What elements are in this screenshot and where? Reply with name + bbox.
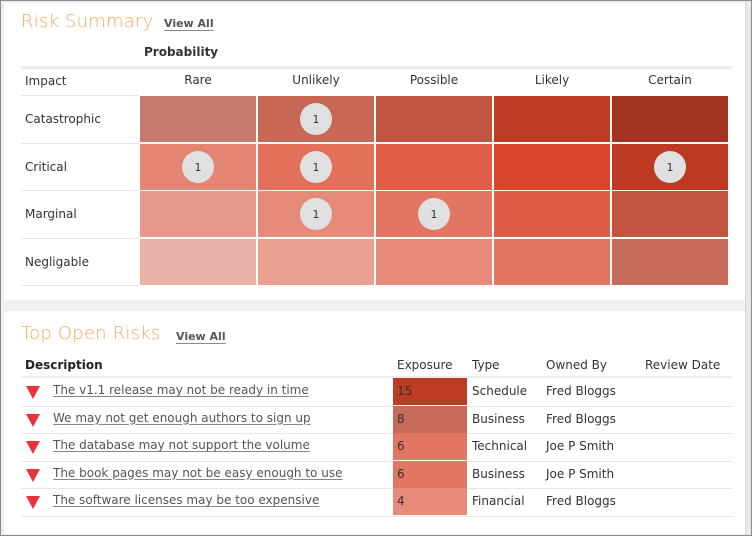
exposure-value: 8 xyxy=(393,405,467,433)
risk-count-badge[interactable]: 1 xyxy=(300,151,332,183)
row-divider xyxy=(21,143,139,144)
row-label-critical: Critical xyxy=(25,160,67,174)
row-divider xyxy=(21,238,139,239)
column-header-type: Type xyxy=(472,358,500,372)
matrix-cell-catastrophic-certain[interactable] xyxy=(612,96,728,142)
risk-row: We may not get enough authors to sign up… xyxy=(21,405,732,433)
risk-owner: Fred Bloggs xyxy=(546,494,616,508)
column-header-unlikely: Unlikely xyxy=(292,73,340,87)
risk-count-badge[interactable]: 1 xyxy=(418,198,450,230)
matrix-cell-catastrophic-rare[interactable] xyxy=(140,96,256,142)
column-header-certain: Certain xyxy=(648,73,692,87)
risk-type: Schedule xyxy=(472,384,528,398)
matrix-cell-catastrophic-possible[interactable] xyxy=(376,96,492,142)
risk-row: The book pages may not be easy enough to… xyxy=(21,460,732,488)
trend-down-icon xyxy=(26,413,40,427)
risk-type: Technical xyxy=(472,439,528,453)
top-open-risks-panel: Top Open Risks View All Description Expo… xyxy=(4,311,745,534)
matrix-cell-critical-possible[interactable] xyxy=(376,144,492,190)
matrix-cell-negligable-possible[interactable] xyxy=(376,239,492,285)
column-header-review-date: Review Date xyxy=(645,358,721,372)
risk-row: The software licenses may be too expensi… xyxy=(21,488,732,515)
matrix-cell-negligable-unlikely[interactable] xyxy=(258,239,374,285)
risk-count-badge[interactable]: 1 xyxy=(300,103,332,135)
column-header-description: Description xyxy=(25,358,103,372)
risk-count-badge[interactable]: 1 xyxy=(654,151,686,183)
risk-count-badge[interactable]: 1 xyxy=(182,151,214,183)
probability-axis-label: Probability xyxy=(144,45,219,59)
risk-description-link[interactable]: The software licenses may be too expensi… xyxy=(53,493,319,507)
matrix-cell-marginal-likely[interactable] xyxy=(494,191,610,237)
matrix-cell-marginal-rare[interactable] xyxy=(140,191,256,237)
risk-summary-view-all-link[interactable]: View All xyxy=(164,17,214,30)
row-label-marginal: Marginal xyxy=(25,207,77,221)
trend-down-icon xyxy=(26,386,40,399)
exposure-value: 6 xyxy=(393,460,467,488)
column-header-possible: Possible xyxy=(409,73,459,87)
row-divider xyxy=(21,190,139,191)
risk-type: Business xyxy=(472,411,525,426)
column-header-owned-by: Owned By xyxy=(546,358,608,372)
risk-count-badge[interactable]: 1 xyxy=(300,198,332,230)
row-divider xyxy=(21,95,139,96)
risk-owner: Fred Bloggs xyxy=(546,411,616,426)
matrix-cell-negligable-rare[interactable] xyxy=(140,239,256,285)
risk-owner: Joe P Smith xyxy=(546,466,615,481)
risk-row: The v1.1 release may not be ready in tim… xyxy=(21,378,732,405)
matrix-cell-critical-unlikely[interactable]: 1 xyxy=(258,144,374,190)
matrix-cell-marginal-possible[interactable]: 1 xyxy=(376,191,492,237)
risk-description-link[interactable]: The book pages may not be easy enough to… xyxy=(53,466,342,480)
matrix-cell-negligable-certain[interactable] xyxy=(612,239,728,285)
risk-row: The database may not support the volume 6… xyxy=(21,433,732,460)
column-header-exposure: Exposure xyxy=(397,358,453,372)
risk-owner: Fred Bloggs xyxy=(546,384,616,398)
matrix-cell-critical-rare[interactable]: 1 xyxy=(140,144,256,190)
top-open-risks-title: Top Open Risks xyxy=(21,323,161,344)
column-header-rare: Rare xyxy=(184,73,212,87)
risk-description-link[interactable]: The v1.1 release may not be ready in tim… xyxy=(53,383,309,397)
risk-type: Financial xyxy=(472,494,525,508)
risk-owner: Joe P Smith xyxy=(546,439,615,453)
trend-down-icon xyxy=(26,468,40,482)
row-divider xyxy=(21,285,139,286)
risk-description-link[interactable]: We may not get enough authors to sign up xyxy=(53,411,311,425)
row-label-catastrophic: Catastrophic xyxy=(25,112,101,126)
matrix-cell-marginal-certain[interactable] xyxy=(612,191,728,237)
row-label-negligable: Negligable xyxy=(25,255,89,269)
matrix-cell-catastrophic-unlikely[interactable]: 1 xyxy=(258,96,374,142)
scrollbar-track[interactable] xyxy=(745,1,751,535)
exposure-value: 15 xyxy=(393,378,467,405)
matrix-cell-negligable-likely[interactable] xyxy=(494,239,610,285)
trend-down-icon xyxy=(26,441,40,454)
matrix-cell-critical-likely[interactable] xyxy=(494,144,610,190)
column-header-likely: Likely xyxy=(534,73,570,87)
matrix-cell-catastrophic-likely[interactable] xyxy=(494,96,610,142)
risk-summary-panel: Risk Summary View All Probability Impact… xyxy=(4,3,745,300)
header-divider xyxy=(21,66,732,69)
top-open-risks-view-all-link[interactable]: View All xyxy=(176,330,226,343)
risk-type: Business xyxy=(472,466,525,481)
risk-summary-title: Risk Summary xyxy=(21,11,154,32)
row-divider xyxy=(21,515,732,517)
exposure-value: 6 xyxy=(393,433,467,460)
matrix-cell-marginal-unlikely[interactable]: 1 xyxy=(258,191,374,237)
trend-down-icon xyxy=(26,496,40,509)
exposure-value: 4 xyxy=(393,488,467,515)
matrix-cell-critical-certain[interactable]: 1 xyxy=(612,144,728,190)
impact-axis-label: Impact xyxy=(25,74,67,88)
risk-description-link[interactable]: The database may not support the volume xyxy=(53,438,310,452)
